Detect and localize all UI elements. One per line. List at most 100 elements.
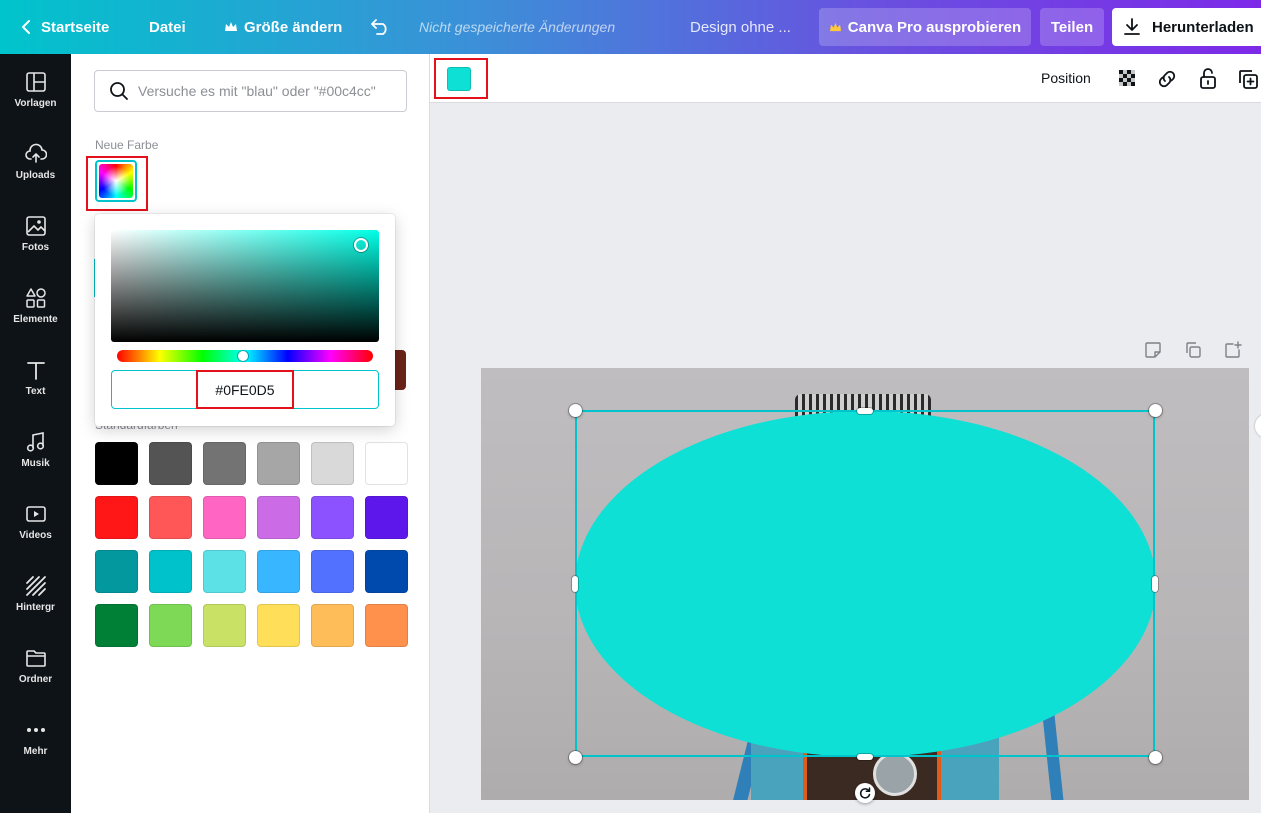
color-swatch[interactable] <box>257 550 300 593</box>
color-swatch[interactable] <box>149 496 192 539</box>
rail-label: Text <box>25 386 46 397</box>
add-page-icon[interactable] <box>1224 341 1242 359</box>
rail-label: Elemente <box>13 314 58 325</box>
file-menu-button[interactable]: Datei <box>149 0 186 54</box>
resize-handle-top-left[interactable] <box>569 404 582 417</box>
color-swatch[interactable] <box>257 604 300 647</box>
rail-label: Hintergr <box>16 602 55 613</box>
duplicate-icon[interactable] <box>1236 67 1260 91</box>
saturation-brightness-area[interactable] <box>111 230 379 342</box>
color-swatch[interactable] <box>311 442 354 485</box>
share-button[interactable]: Teilen <box>1040 8 1104 46</box>
saturation-brightness-handle[interactable] <box>354 238 368 252</box>
download-label: Herunterladen <box>1152 18 1254 36</box>
rotate-icon <box>859 787 871 799</box>
download-button[interactable]: Herunterladen <box>1112 8 1261 46</box>
color-panel: Neue Farbe Standardfarben <box>71 54 430 813</box>
rail-label: Mehr <box>23 746 48 757</box>
side-panel-toggle[interactable] <box>1255 414 1261 438</box>
rail-item-text[interactable]: Text <box>0 342 71 414</box>
color-swatch[interactable] <box>311 550 354 593</box>
color-search-box[interactable] <box>94 70 407 112</box>
resize-handle-top-right[interactable] <box>1149 404 1162 417</box>
position-button[interactable]: Position <box>1041 70 1091 86</box>
rail-item-music[interactable]: Musik <box>0 414 71 486</box>
color-swatch[interactable] <box>95 442 138 485</box>
color-swatch[interactable] <box>257 496 300 539</box>
color-swatch[interactable] <box>311 604 354 647</box>
share-label: Teilen <box>1050 18 1094 36</box>
hue-slider[interactable] <box>117 350 373 362</box>
undo-button[interactable] <box>370 0 392 54</box>
color-swatch[interactable] <box>149 442 192 485</box>
rail-item-background[interactable]: Hintergr <box>0 558 71 630</box>
folder-icon <box>25 650 46 667</box>
resize-handle-top[interactable] <box>857 408 873 414</box>
try-pro-button[interactable]: Canva Pro ausprobieren <box>819 8 1031 46</box>
note-icon[interactable] <box>1144 341 1162 359</box>
rail-label: Fotos <box>21 242 50 253</box>
document-color-swatch[interactable] <box>395 350 406 390</box>
search-icon <box>110 82 128 100</box>
rail-item-templates[interactable]: Vorlagen <box>0 54 71 126</box>
color-swatch[interactable] <box>149 604 192 647</box>
rotate-handle[interactable] <box>855 783 875 803</box>
color-swatch[interactable] <box>365 496 408 539</box>
color-swatch[interactable] <box>149 550 192 593</box>
resize-label: Größe ändern <box>244 18 343 36</box>
resize-handle-bottom[interactable] <box>857 754 873 760</box>
color-swatch[interactable] <box>95 604 138 647</box>
new-color-label: Neue Farbe <box>95 138 159 152</box>
rail-item-elements[interactable]: Elemente <box>0 270 71 342</box>
fill-color-button[interactable] <box>447 67 471 91</box>
transparency-icon[interactable] <box>1116 67 1140 91</box>
home-button[interactable]: Startseite <box>20 0 109 54</box>
rail-item-folders[interactable]: Ordner <box>0 630 71 702</box>
left-navigation-rail: Vorlagen Uploads Fotos Elemente Text Mus… <box>0 54 71 813</box>
color-picker-popover <box>95 214 395 426</box>
crown-icon <box>829 22 841 31</box>
canvas-toolbar: Position <box>430 54 1261 103</box>
templates-icon <box>25 72 46 92</box>
color-swatch[interactable] <box>203 604 246 647</box>
hex-color-input[interactable] <box>111 370 379 409</box>
try-pro-label: Canva Pro ausprobieren <box>847 18 1022 36</box>
rail-item-photos[interactable]: Fotos <box>0 198 71 270</box>
background-icon <box>25 576 46 596</box>
text-icon <box>26 362 45 380</box>
rail-label: Vorlagen <box>14 98 57 109</box>
color-swatch[interactable] <box>203 496 246 539</box>
file-label: Datei <box>149 18 186 36</box>
color-swatch[interactable] <box>365 604 408 647</box>
background-photo-robot-gear <box>873 752 917 796</box>
hue-slider-handle[interactable] <box>238 351 248 361</box>
resize-handle-bottom-right[interactable] <box>1149 751 1162 764</box>
color-swatch[interactable] <box>95 496 138 539</box>
rail-item-videos[interactable]: Videos <box>0 486 71 558</box>
ellipse-shape[interactable] <box>575 411 1156 757</box>
color-swatch[interactable] <box>203 442 246 485</box>
resize-button[interactable]: Größe ändern <box>224 0 342 54</box>
color-swatch[interactable] <box>95 550 138 593</box>
design-page[interactable] <box>481 368 1249 800</box>
resize-handle-bottom-left[interactable] <box>569 751 582 764</box>
new-color-swatch[interactable] <box>95 160 137 202</box>
home-label: Startseite <box>41 18 110 36</box>
color-search-input[interactable] <box>138 83 398 99</box>
color-swatch[interactable] <box>257 442 300 485</box>
copy-page-icon[interactable] <box>1184 341 1202 359</box>
music-icon <box>26 432 44 452</box>
color-swatch[interactable] <box>203 550 246 593</box>
color-swatch[interactable] <box>365 550 408 593</box>
resize-handle-right[interactable] <box>1152 576 1158 592</box>
rail-item-uploads[interactable]: Uploads <box>0 126 71 198</box>
elements-icon <box>25 288 46 308</box>
link-icon[interactable] <box>1155 67 1179 91</box>
rail-item-more[interactable]: Mehr <box>0 702 71 774</box>
color-swatch[interactable] <box>365 442 408 485</box>
color-swatch[interactable] <box>311 496 354 539</box>
unlock-icon[interactable] <box>1196 67 1220 91</box>
resize-handle-left[interactable] <box>572 576 578 592</box>
design-title[interactable]: Design ohne ... <box>690 0 791 54</box>
rail-label: Videos <box>19 530 52 541</box>
